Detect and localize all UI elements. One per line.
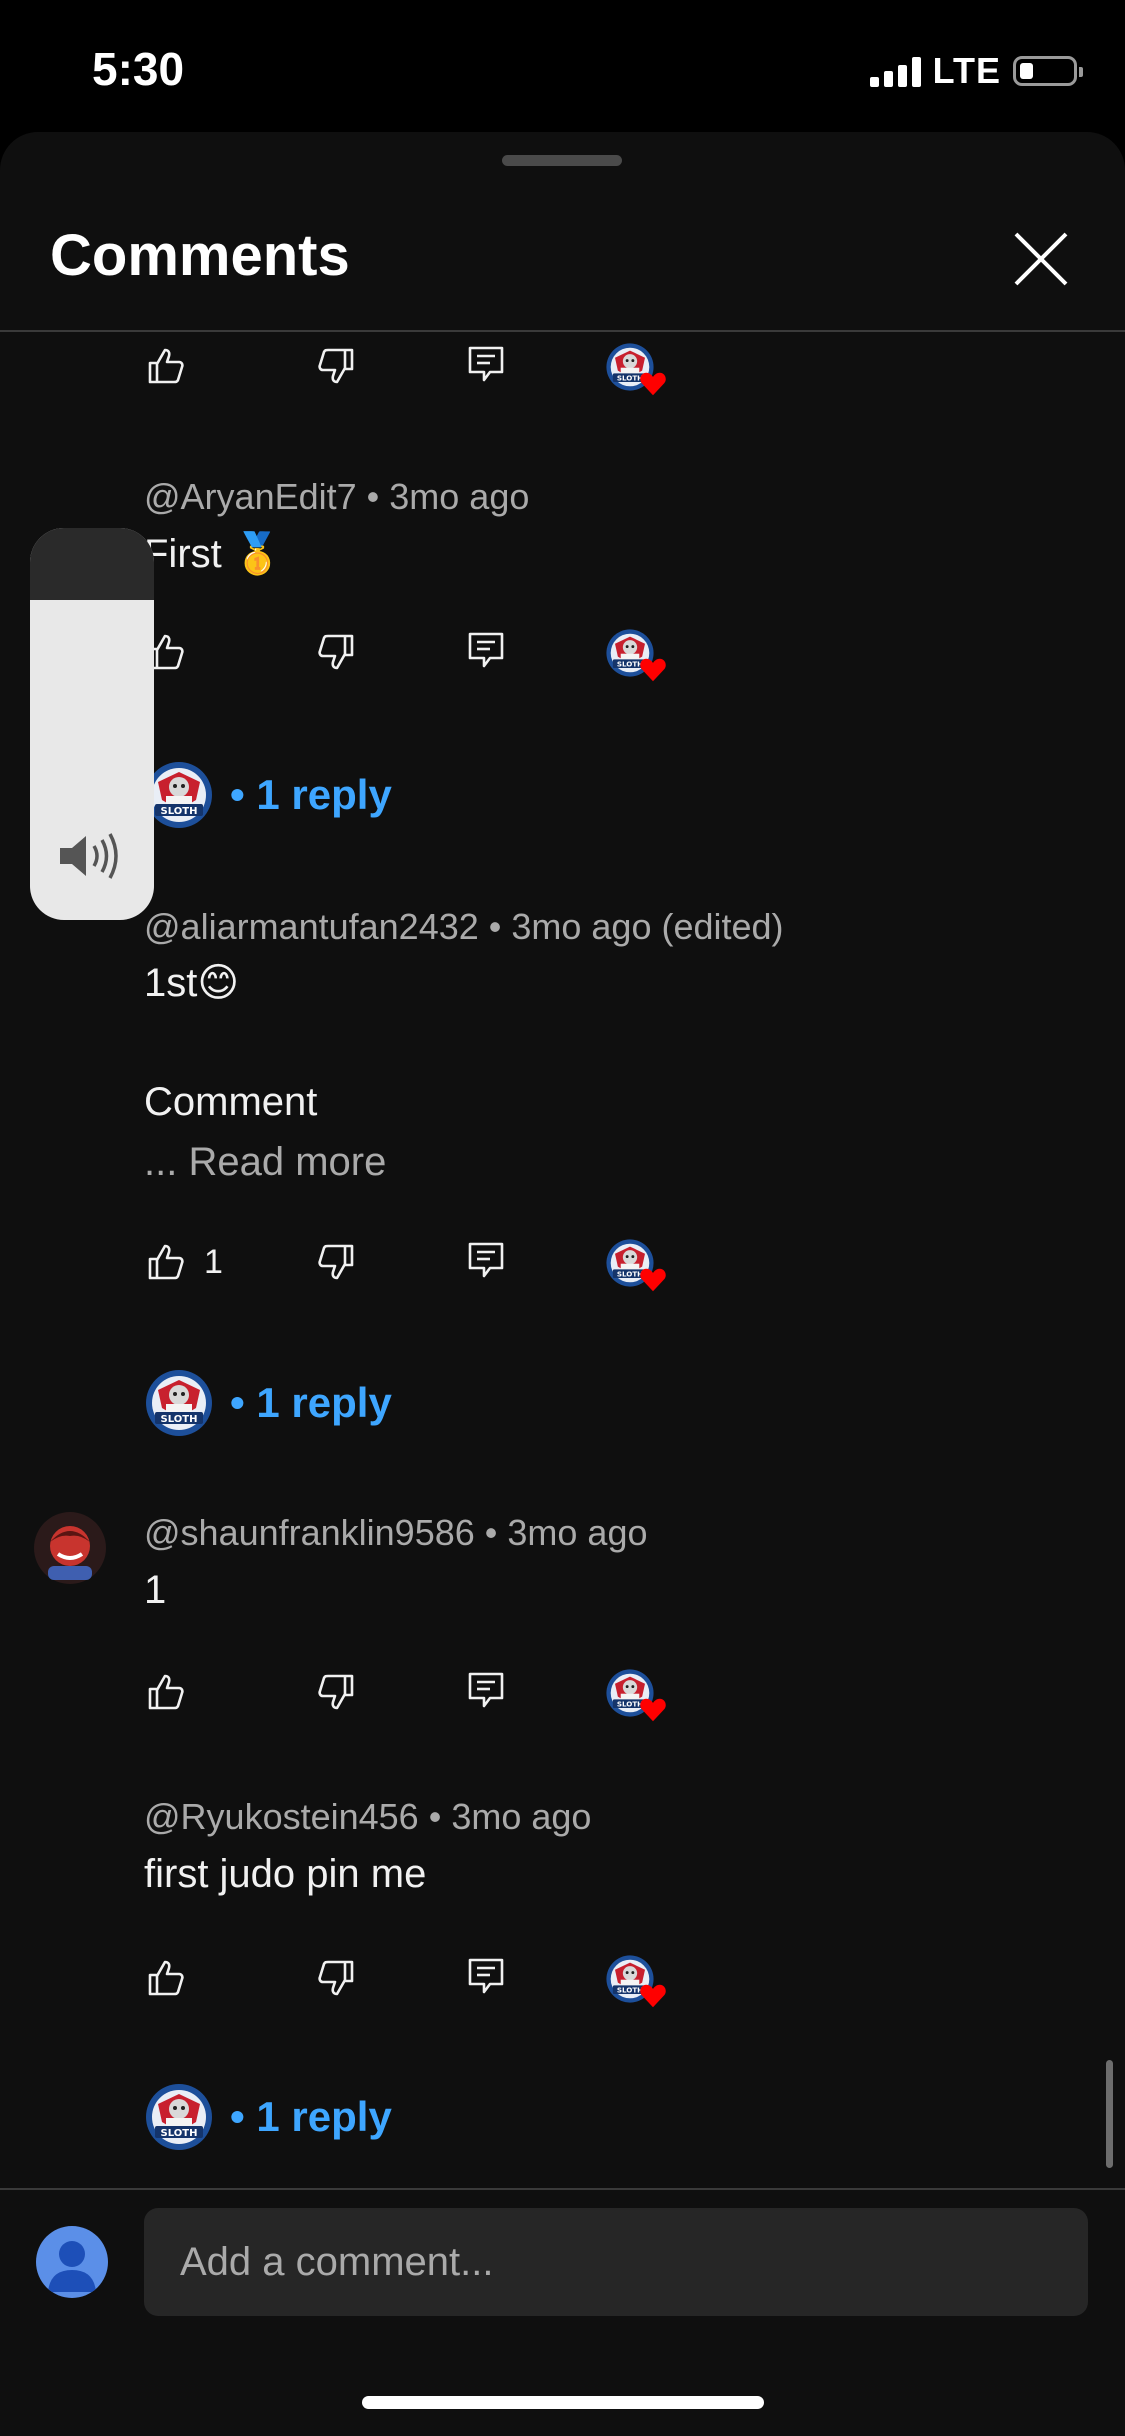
comment-text: First 🥇 [144,532,283,576]
like-button[interactable] [146,1672,186,1712]
like-button[interactable]: 1 [146,1242,223,1282]
like-button[interactable] [146,1958,186,1998]
comment-text: 1st😊 [144,961,240,1005]
dislike-button[interactable] [316,632,356,672]
drag-handle[interactable] [502,155,622,166]
dislike-icon [316,346,356,386]
like-button[interactable] [146,346,186,386]
dislike-icon [316,1958,356,1998]
user-avatar[interactable] [34,1512,106,1584]
like-icon [146,346,186,386]
network-type: LTE [932,50,1001,91]
action-row [0,1664,1125,1724]
reply-icon [466,1670,506,1710]
dislike-icon [316,1672,356,1712]
action-row [0,624,1125,684]
battery-icon [1013,56,1083,86]
close-icon[interactable] [1012,230,1070,288]
comment-author[interactable]: @shaunfranklin9586 [144,1512,475,1553]
dislike-icon [316,632,356,672]
view-replies-button[interactable]: • 1 reply [144,1368,392,1438]
comment-author[interactable]: @aliarmantufan2432 [144,906,479,947]
comment-meta: @aliarmantufan2432 • 3mo ago (edited) [144,906,784,947]
comment-meta: @AryanEdit7 • 3mo ago [144,476,530,517]
dislike-button[interactable] [316,1242,356,1282]
creator-avatar [144,760,214,830]
home-indicator[interactable] [362,2396,764,2409]
comment-author[interactable]: @AryanEdit7 [144,476,357,517]
action-row [0,1950,1125,2010]
comment-age: 3mo ago [451,1796,592,1837]
like-icon [146,1672,186,1712]
creator-heart-icon [605,1954,659,2008]
scrollbar[interactable] [1106,2060,1113,2168]
dislike-button[interactable] [316,1672,356,1712]
comment-text-line: Comment [144,1080,318,1124]
comment-age: 3mo ago [507,1512,648,1553]
action-row: 1 [0,1234,1125,1294]
volume-hud [30,528,154,920]
reply-button[interactable] [466,344,506,384]
dislike-button[interactable] [316,346,356,386]
status-time: 5:30 [92,43,185,95]
comment-meta: @Ryukostein456 • 3mo ago [144,1796,592,1837]
like-count: 1 [204,1242,223,1281]
reply-icon [466,344,506,384]
creator-heart-icon [605,342,659,396]
header-divider [0,330,1125,332]
status-indicators: LTE [869,50,1083,92]
read-more-link[interactable]: ... Read more [144,1140,386,1185]
add-comment-input[interactable]: Add a comment... [144,2208,1088,2316]
reply-icon [466,630,506,670]
comment-author[interactable]: @Ryukostein456 [144,1796,419,1837]
creator-avatar [144,1368,214,1438]
view-replies-button[interactable]: • 1 reply [144,760,392,830]
comment-text: first judo pin me [144,1852,427,1896]
comment-meta: @shaunfranklin9586 • 3mo ago [144,1512,648,1553]
comment-age: 3mo ago (edited) [511,906,784,947]
reply-button[interactable] [466,1956,506,1996]
reply-button[interactable] [466,1240,506,1280]
reply-icon [466,1956,506,1996]
signal-icon [869,55,921,87]
composer-divider [0,2188,1125,2190]
action-row [0,340,1125,400]
volume-empty-area [30,528,154,600]
comment-text: 1 [144,1568,167,1612]
creator-heart-icon [605,1238,659,1292]
like-icon [146,1958,186,1998]
like-icon [146,1242,186,1282]
comment-age: 3mo ago [389,476,530,517]
speaker-icon [60,833,118,879]
dislike-icon [316,1242,356,1282]
creator-heart-icon [605,1668,659,1722]
reply-button[interactable] [466,630,506,670]
my-avatar [36,2226,108,2298]
reply-icon [466,1240,506,1280]
sheet-title: Comments [50,223,350,288]
person-icon [48,2241,96,2292]
creator-heart-icon [605,628,659,682]
reply-button[interactable] [466,1670,506,1710]
creator-avatar [144,2082,214,2152]
view-replies-button[interactable]: • 1 reply [144,2082,392,2152]
dislike-button[interactable] [316,1958,356,1998]
